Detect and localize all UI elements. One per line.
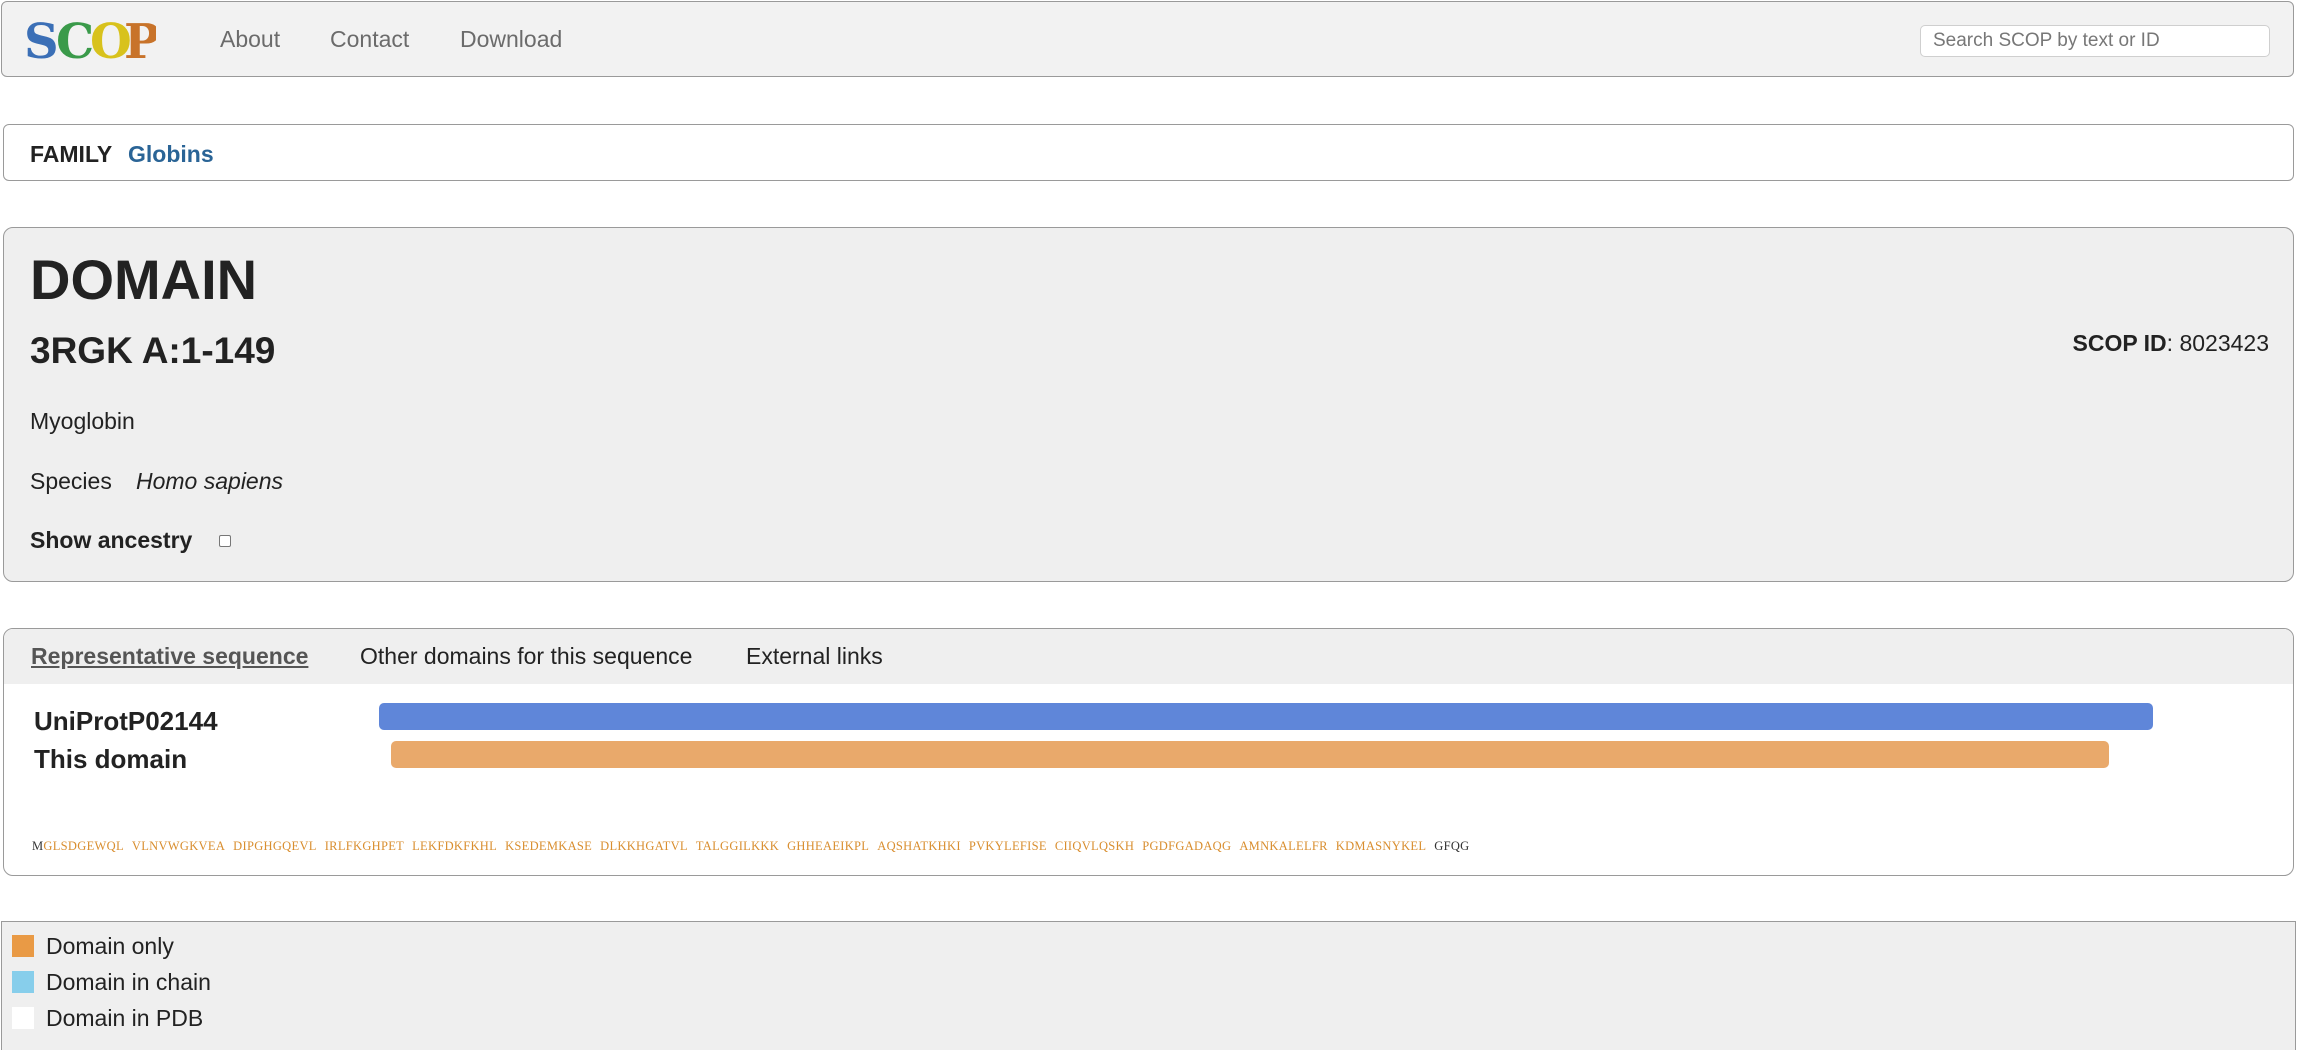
sequence-chunk: KSEDEMKASE	[505, 839, 593, 853]
scop-logo[interactable]: S C O P	[22, 16, 156, 66]
uniprot-sequence-bar	[379, 703, 2153, 730]
legend-label-domain-in-pdb: Domain in PDB	[46, 1005, 204, 1031]
uniprot-row-label: UniProtP02144	[34, 706, 218, 736]
nav-download-link[interactable]: Download	[460, 26, 562, 53]
breadcrumb-family-link[interactable]: Globins	[128, 141, 214, 168]
svg-text:C: C	[56, 16, 94, 66]
sequence-residue-end: GFQG	[1434, 839, 1470, 853]
sequence-residues: MGLSDGEWQL VLNVWGKVEA DIPGHGQEVL IRLFKGHPET…	[32, 840, 1478, 853]
legend-label-domain-only: Domain only	[46, 933, 174, 959]
show-ancestry-label: Show ancestry	[30, 527, 193, 553]
tab-bar: Representative sequence Other domains fo…	[4, 629, 2293, 684]
species-name: Homo sapiens	[136, 468, 284, 494]
protein-name: Myoglobin	[30, 408, 135, 434]
show-ancestry-checkbox[interactable]	[219, 535, 231, 547]
sequence-panel: Representative sequence Other domains fo…	[3, 628, 2294, 876]
legend: Domain only Domain in chain Domain in PD…	[1, 921, 2296, 1050]
page-title: DOMAIN	[30, 248, 258, 311]
sequence-chunk: GHHEAEIKPL	[787, 839, 870, 853]
nav-contact-link[interactable]: Contact	[330, 26, 409, 53]
legend-swatch-domain-only	[12, 935, 34, 957]
sequence-chunk: KDMASNYKEL	[1335, 839, 1427, 853]
domain-id: 3RGK A:1-149	[30, 330, 276, 371]
top-navbar: S C O P About Contact Download	[1, 1, 2294, 77]
scop-id-label: SCOP ID	[2072, 330, 2167, 356]
search-input[interactable]	[1920, 25, 2270, 57]
sequence-chunk: GLSDGEWQL	[43, 839, 124, 853]
sequence-chunk: IRLFKGHPET	[324, 839, 405, 853]
legend-swatch-domain-in-pdb	[12, 1007, 34, 1029]
domain-panel: DOMAIN 3RGK A:1-149 SCOP ID: 8023423 Myo…	[3, 227, 2294, 582]
legend-label-domain-in-chain: Domain in chain	[46, 969, 211, 995]
this-domain-row-label: This domain	[34, 744, 188, 774]
scop-id: SCOP ID: 8023423	[2073, 330, 2269, 357]
domain-sequence-bar	[391, 741, 2109, 768]
sequence-chunk: LEKFDKFKHL	[412, 839, 498, 853]
svg-text:S: S	[24, 16, 59, 66]
tab-external-links[interactable]: External links	[746, 643, 883, 670]
breadcrumb: FAMILY Globins	[3, 124, 2294, 181]
tab-other-domains[interactable]: Other domains for this sequence	[360, 643, 692, 670]
sequence-residue-start: M	[32, 839, 44, 853]
sequence-chunk: TALGGILKKK	[695, 839, 780, 853]
svg-text:P: P	[124, 16, 156, 66]
scop-id-value: : 8023423	[2166, 330, 2269, 356]
sequence-chunk: CIIQVLQSKH	[1054, 839, 1135, 853]
sequence-chunk: DIPGHGQEVL	[233, 839, 317, 853]
sequence-chunk: PGDFGADAQG	[1142, 839, 1232, 853]
sequence-chunk: VLNVWGKVEA	[131, 839, 226, 853]
tab-representative-sequence[interactable]: Representative sequence	[31, 643, 308, 670]
nav-about-link[interactable]: About	[220, 26, 280, 53]
legend-swatch-domain-in-chain	[12, 971, 34, 993]
species-label: Species	[30, 468, 112, 494]
sequence-chunk: PVKYLEFISE	[968, 839, 1047, 853]
sequence-chunk: DLKKHGATVL	[600, 839, 688, 853]
sequence-chunk: AMNKALELFR	[1239, 839, 1328, 853]
sequence-chunk: AQSHATKHKI	[877, 839, 961, 853]
breadcrumb-level: FAMILY	[30, 141, 113, 167]
